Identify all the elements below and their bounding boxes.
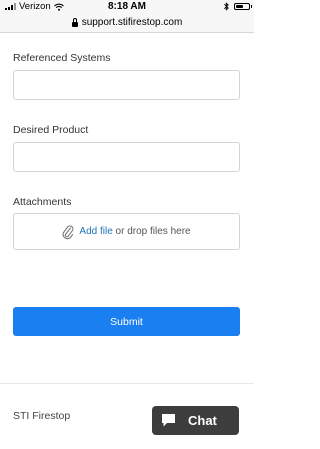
clock: 8:18 AM [108, 0, 146, 12]
lock-icon [71, 17, 78, 27]
battery-level [236, 4, 243, 8]
drop-files-text: or drop files here [115, 226, 191, 237]
paperclip-icon [62, 224, 74, 239]
attachment-dropzone[interactable]: Add file or drop files here [13, 213, 240, 250]
status-bar: Verizon 8:18 AM [0, 0, 254, 13]
address-bar[interactable]: support.stifirestop.com [0, 13, 254, 33]
referenced-systems-input[interactable] [13, 70, 240, 100]
battery-icon [234, 2, 252, 10]
desired-product-input[interactable] [13, 142, 240, 172]
bluetooth-icon [224, 1, 229, 11]
desired-product-label: Desired Product [13, 124, 89, 136]
referenced-systems-label: Referenced Systems [13, 52, 111, 64]
submit-label: Submit [110, 315, 143, 328]
attachments-label: Attachments [13, 196, 72, 208]
status-right [224, 1, 252, 11]
chat-bubble-icon [162, 414, 175, 427]
url-text: support.stifirestop.com [81, 17, 183, 28]
add-file-link[interactable]: Add file [79, 226, 112, 237]
chat-label: Chat [188, 413, 217, 428]
footer-brand: STI Firestop [13, 410, 71, 422]
submit-button[interactable]: Submit [13, 307, 240, 336]
footer-divider [0, 383, 254, 384]
chat-button[interactable]: Chat [152, 406, 239, 435]
